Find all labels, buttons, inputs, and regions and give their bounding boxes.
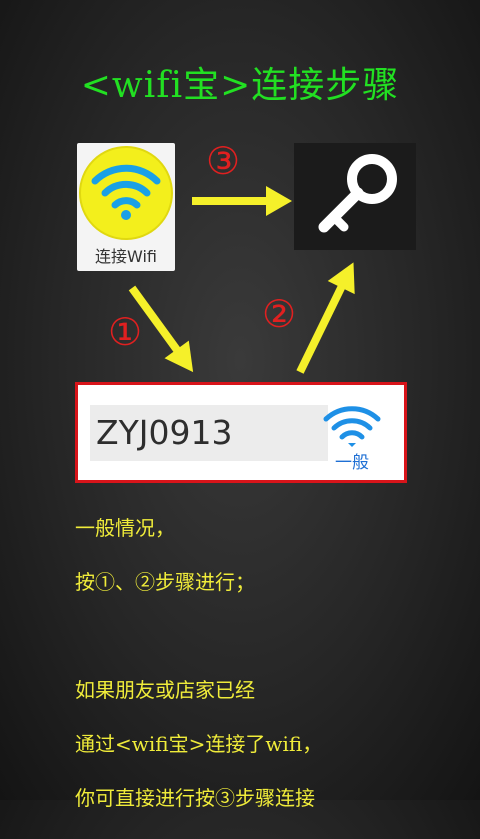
step-1-label: ①	[108, 310, 143, 354]
step-2-label: ②	[262, 292, 297, 336]
arrow-step-2	[296, 262, 355, 374]
description: 一般情况， 按①、②步骤进行； 如果朋友或店家已经 通过<wifi宝>连接了wi…	[75, 488, 455, 839]
desc-line-3	[75, 623, 455, 650]
desc-line-1: 一般情况，	[75, 516, 175, 540]
desc-line-6: 你可直接进行按③步骤连接	[75, 786, 315, 810]
desc-line-2: 按①、②步骤进行；	[75, 570, 255, 594]
desc-line-4: 如果朋友或店家已经	[75, 678, 255, 702]
arrow-step-3	[192, 186, 292, 216]
desc-line-5: 通过<wifi宝>连接了wifi，	[75, 732, 323, 756]
step-3-label: ③	[206, 139, 241, 183]
